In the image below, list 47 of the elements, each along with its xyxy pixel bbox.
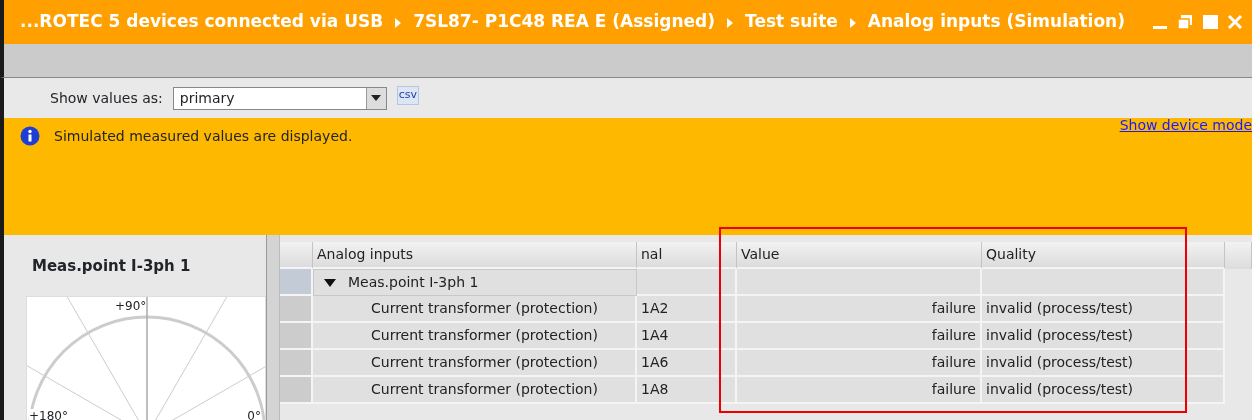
row-header[interactable] [280, 269, 313, 296]
window-title: Analog inputs (Simulation) [867, 10, 1125, 34]
values-dropdown[interactable]: primary [172, 86, 387, 110]
table-cell: Current transformer (protection) [313, 350, 637, 377]
axis-label: 0° [247, 408, 261, 420]
panel-title: Meas.point I-3ph 1 [32, 256, 192, 277]
expander-icon[interactable] [324, 278, 336, 287]
row-header[interactable] [280, 377, 313, 404]
table-cell: invalid (process/test) [982, 296, 1225, 323]
table-cell: 1A6 [637, 350, 737, 377]
table-cell: invalid (process/test) [982, 323, 1225, 350]
field-label: Show values as: [50, 88, 163, 108]
splitter[interactable] [266, 235, 280, 420]
row-header[interactable] [280, 350, 313, 377]
table-cell: invalid (process/test) [982, 377, 1225, 404]
table-cell: invalid (process/test) [982, 350, 1225, 377]
column-header[interactable] [1225, 242, 1252, 269]
show-device-mode-link[interactable]: Show device mode [1119, 115, 1252, 136]
info-message: Simulated measured values are displayed. [54, 127, 353, 146]
table-cell: Current transformer (protection) [313, 377, 637, 404]
table-cell: Current transformer (protection) [313, 323, 637, 350]
close-icon[interactable] [1226, 13, 1244, 31]
table-cell: 1A2 [637, 296, 737, 323]
info-icon [20, 126, 40, 146]
column-header[interactable]: Analog inputs [313, 242, 637, 269]
table-cell: failure [737, 350, 982, 377]
column-header[interactable]: Value [737, 242, 982, 269]
column-header[interactable]: nal [637, 242, 737, 269]
table-cell: 1A4 [637, 323, 737, 350]
chevron-icon [849, 17, 856, 28]
restore-icon[interactable] [1176, 13, 1194, 31]
table-cell: Current transformer (protection) [313, 296, 637, 323]
export-button[interactable]: csv [396, 86, 420, 105]
axis-label: +90° [115, 298, 147, 313]
row-header[interactable] [280, 323, 313, 350]
maximize-icon[interactable] [1201, 13, 1219, 31]
table-cell: failure [737, 323, 982, 350]
table-cell: failure [737, 377, 982, 404]
table-cell: 1A8 [637, 377, 737, 404]
column-header[interactable] [280, 242, 313, 269]
row-header[interactable] [280, 296, 313, 323]
column-header[interactable]: Quality [982, 242, 1225, 269]
axis-label: +180° [29, 408, 68, 420]
chevron-icon [727, 17, 734, 28]
caret-icon [371, 95, 382, 101]
table-cell: failure [737, 296, 982, 323]
chevron-icon [395, 17, 402, 28]
